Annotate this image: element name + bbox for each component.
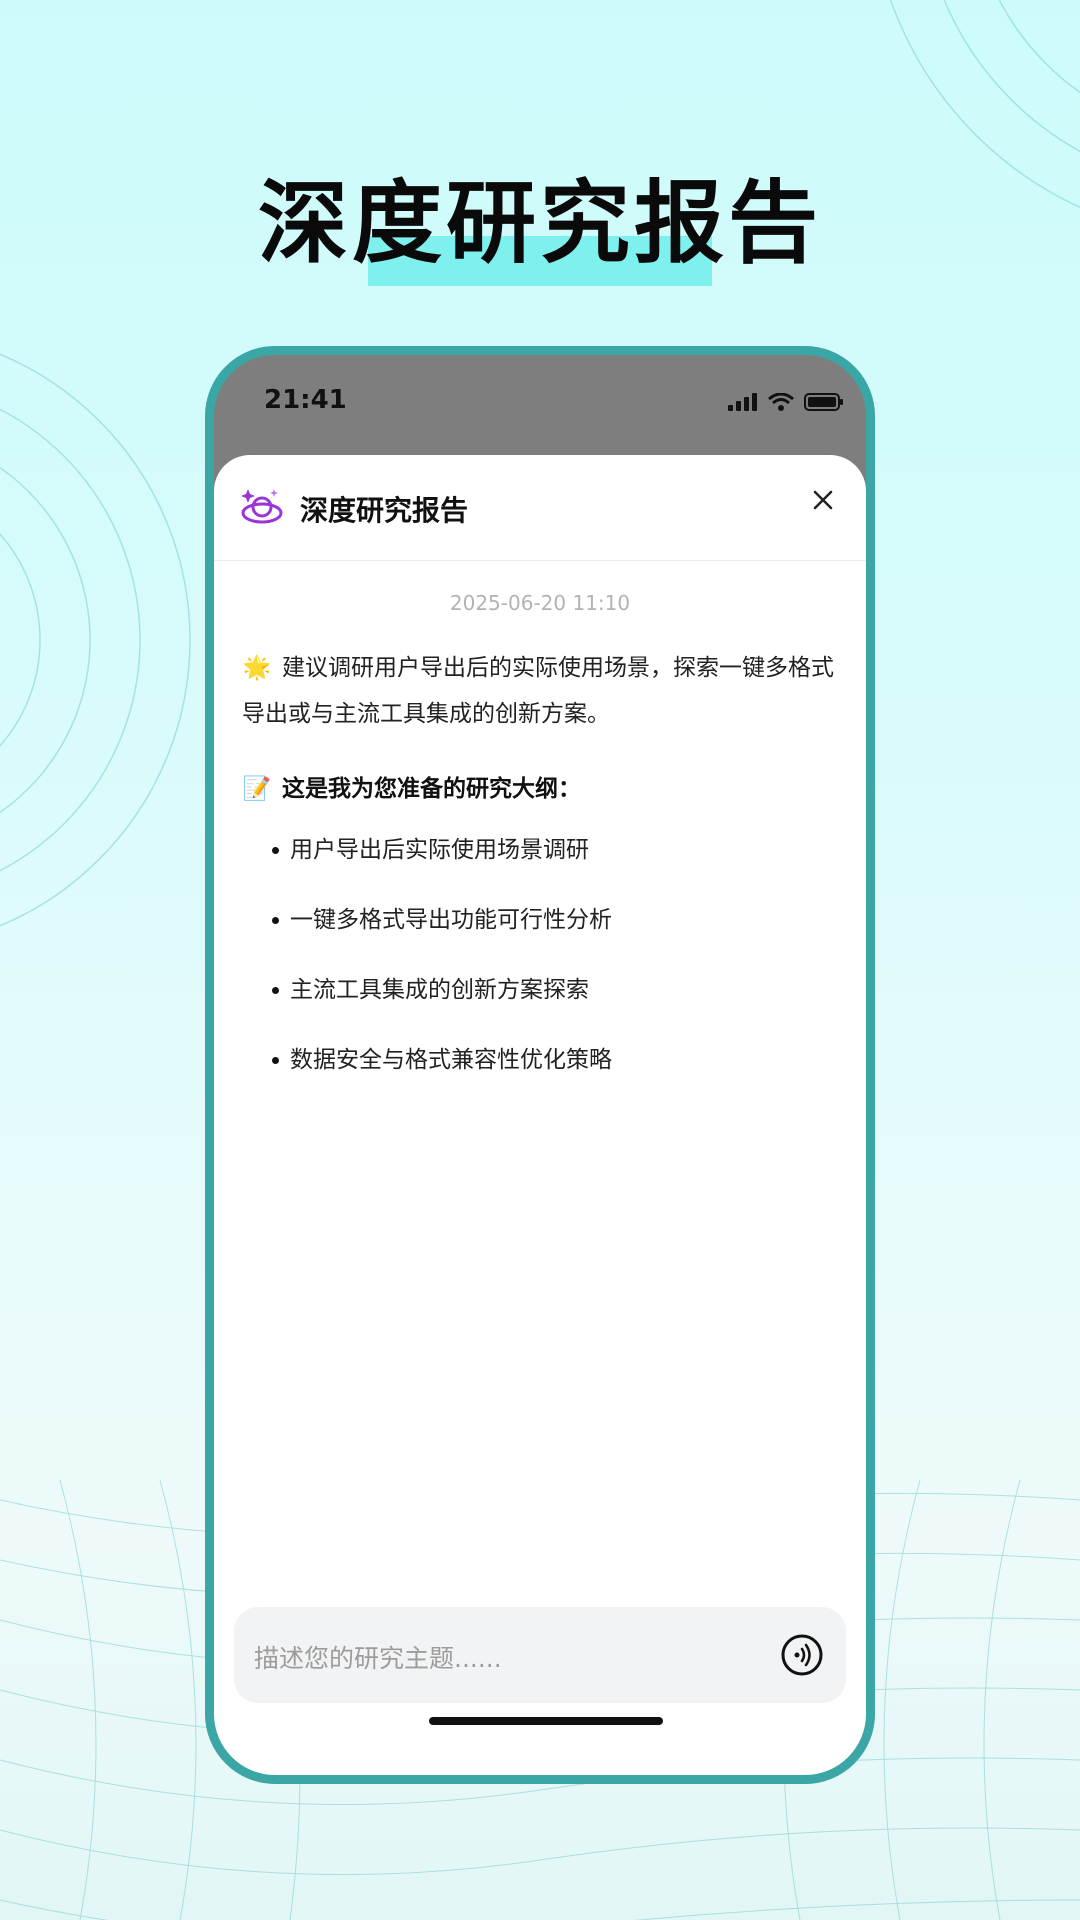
sheet-header: 深度研究报告 xyxy=(214,455,866,561)
outline-item: 用户导出后实际使用场景调研 xyxy=(272,835,612,905)
phone-frame: 21:41 深度研究报告 2025-06-20 11:10 🌟 建议调研用户导出… xyxy=(205,346,875,1784)
star-emoji-icon: 🌟 xyxy=(242,655,272,681)
research-app-icon xyxy=(241,489,283,524)
wifi-icon xyxy=(768,393,794,411)
outline-item: 数据安全与格式兼容性优化策略 xyxy=(272,1045,612,1115)
signal-icon xyxy=(728,393,757,411)
outline-heading-text: 这是我为您准备的研究大纲： xyxy=(282,776,581,802)
input-placeholder: 描述您的研究主题...... xyxy=(254,1644,502,1673)
status-time: 21:41 xyxy=(264,385,347,415)
assistant-message: 🌟 建议调研用户导出后的实际使用场景，探索一键多格式导出或与主流工具集成的创新方案… xyxy=(242,645,838,737)
outline-item: 主流工具集成的创新方案探索 xyxy=(272,975,612,1045)
memo-emoji-icon: 📝 xyxy=(242,776,272,802)
outline-heading: 📝 这是我为您准备的研究大纲： xyxy=(242,769,581,803)
status-bar: 21:41 xyxy=(214,355,866,465)
status-icons xyxy=(728,393,844,411)
sheet-title: 深度研究报告 xyxy=(300,494,469,527)
research-topic-input[interactable]: 描述您的研究主题...... xyxy=(234,1607,846,1703)
outline-item: 一键多格式导出功能可行性分析 xyxy=(272,905,612,975)
page-title: 深度研究报告 xyxy=(258,171,822,276)
outline-list: 用户导出后实际使用场景调研 一键多格式导出功能可行性分析 主流工具集成的创新方案… xyxy=(272,835,612,1115)
home-indicator[interactable] xyxy=(429,1717,663,1725)
close-icon[interactable] xyxy=(808,485,838,515)
message-timestamp: 2025-06-20 11:10 xyxy=(449,591,631,615)
voice-input-icon[interactable] xyxy=(780,1633,824,1677)
battery-icon xyxy=(804,393,843,411)
message-text: 建议调研用户导出后的实际使用场景，探索一键多格式导出或与主流工具集成的创新方案。 xyxy=(242,655,834,727)
research-sheet: 深度研究报告 2025-06-20 11:10 🌟 建议调研用户导出后的实际使用场… xyxy=(214,455,866,1775)
